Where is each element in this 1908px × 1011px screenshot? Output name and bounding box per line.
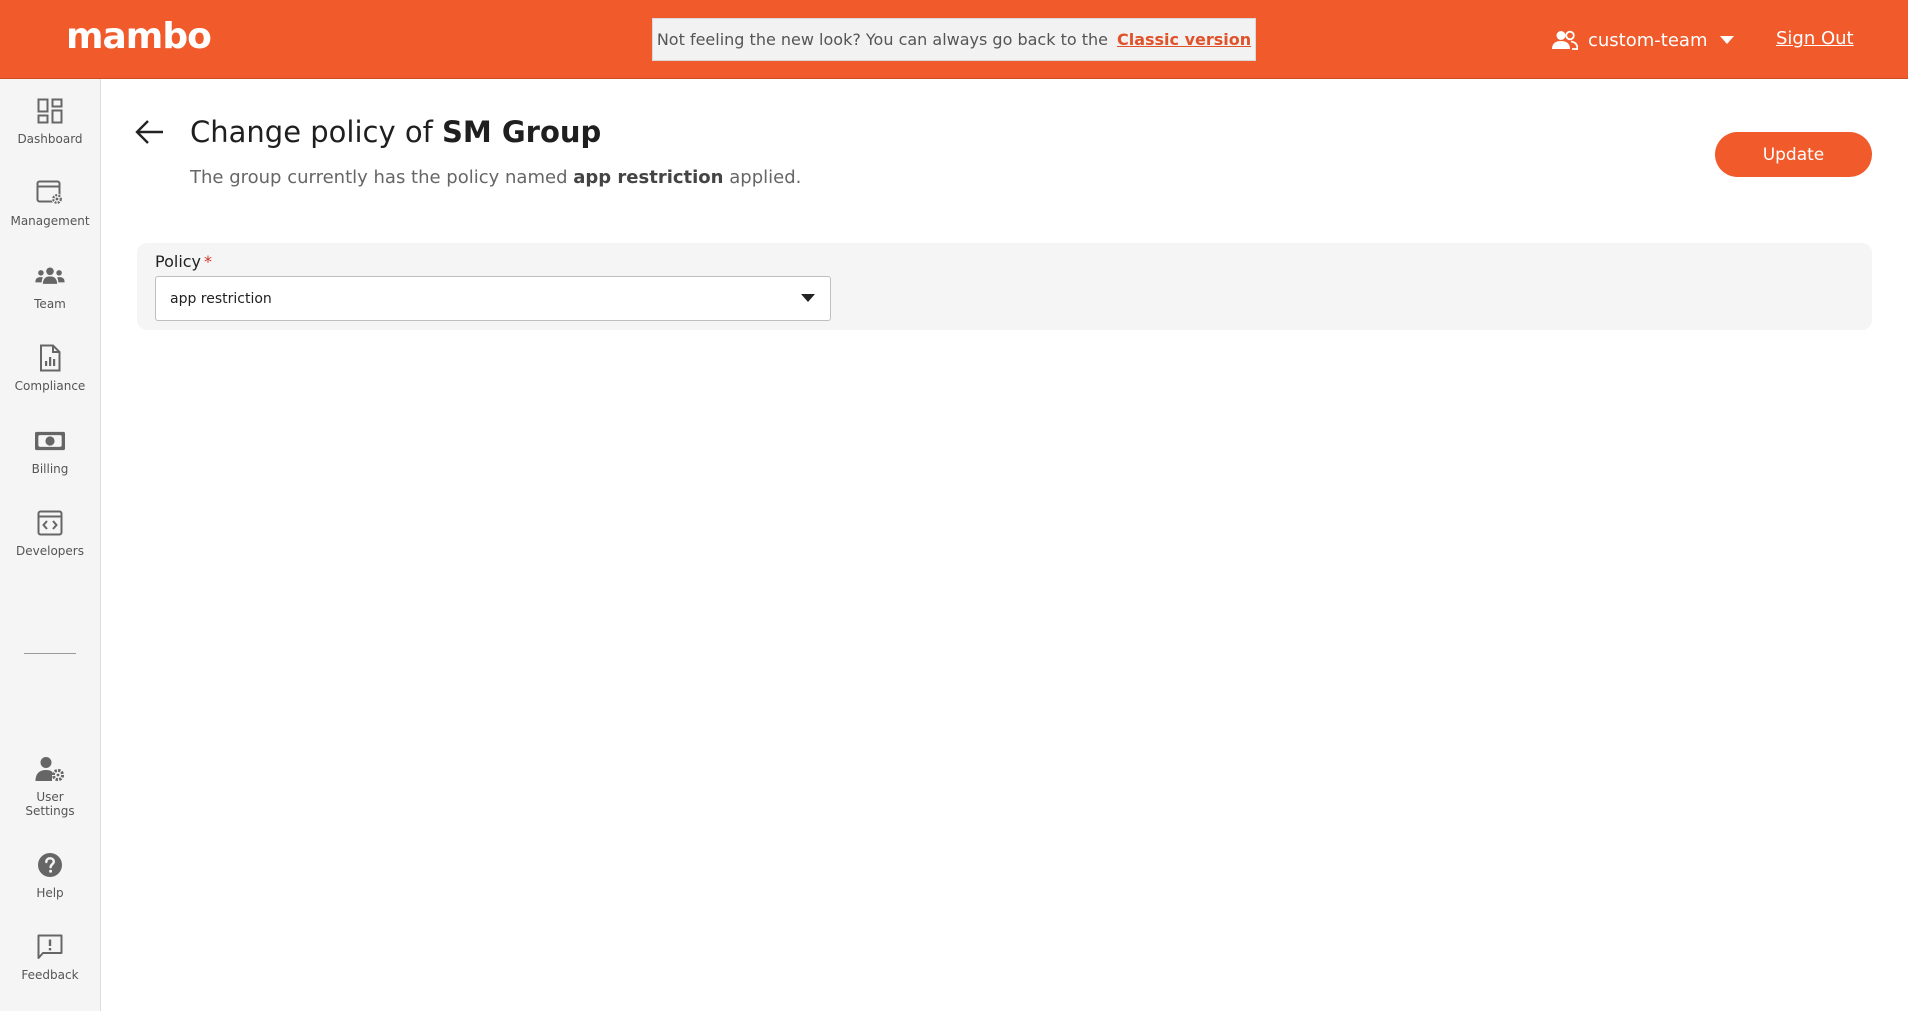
people-icon xyxy=(1552,30,1578,50)
sidebar-item-label: Team xyxy=(34,297,66,311)
mambo-logo[interactable]: mambo xyxy=(66,14,212,60)
sidebar-item-label: Help xyxy=(36,886,64,900)
back-arrow-icon[interactable] xyxy=(134,116,166,148)
sidebar-item-label: User Settings xyxy=(25,790,75,818)
page-title-prefix: Change policy of xyxy=(190,115,433,149)
sidebar-item-label: Billing xyxy=(31,462,69,476)
management-icon xyxy=(35,178,65,208)
user-settings-icon xyxy=(35,754,65,784)
sidebar-item-help[interactable]: Help xyxy=(0,850,100,900)
sidebar-item-developers[interactable]: Developers xyxy=(0,508,100,558)
sidebar-nav: Dashboard Management Team Compliance Bil… xyxy=(0,79,101,1011)
feedback-icon xyxy=(35,932,65,962)
policy-form-panel: Policy * app restriction xyxy=(137,243,1872,330)
developers-icon xyxy=(35,508,65,538)
banner-text: Not feeling the new look? You can always… xyxy=(656,30,1108,49)
dashboard-icon xyxy=(35,96,65,126)
subtitle-suffix: applied. xyxy=(729,167,802,188)
billing-icon xyxy=(35,426,65,456)
page-title: Change policy of SM Group xyxy=(190,111,601,153)
sidebar-divider xyxy=(24,653,76,654)
chevron-down-icon xyxy=(1720,36,1735,44)
sidebar-item-label: Management xyxy=(10,214,90,228)
sidebar-item-compliance[interactable]: Compliance xyxy=(0,343,100,393)
policy-label-text: Policy xyxy=(155,252,202,271)
help-icon xyxy=(35,850,65,880)
compliance-icon xyxy=(35,343,65,373)
sidebar-item-billing[interactable]: Billing xyxy=(0,426,100,476)
policy-select-value: app restriction xyxy=(170,291,272,307)
classic-version-banner: Not feeling the new look? You can always… xyxy=(652,18,1256,61)
sign-out-link[interactable]: Sign Out xyxy=(1776,27,1854,51)
page-subtitle: The group currently has the policy named… xyxy=(190,165,801,191)
classic-version-link[interactable]: Classic version xyxy=(1117,30,1251,49)
team-name: custom-team xyxy=(1588,29,1708,51)
top-header: mambo Not feeling the new look? You can … xyxy=(0,0,1908,79)
sidebar-item-label: Compliance xyxy=(14,379,86,393)
sidebar-item-dashboard[interactable]: Dashboard xyxy=(0,96,100,146)
sidebar-item-label: Dashboard xyxy=(17,132,83,146)
sidebar-item-team[interactable]: Team xyxy=(0,261,100,311)
sidebar-item-label: Feedback xyxy=(21,968,79,982)
sidebar-item-label: Developers xyxy=(16,544,84,558)
sidebar-item-user-settings[interactable]: User Settings xyxy=(0,754,100,818)
group-name: SM Group xyxy=(442,115,602,149)
required-asterisk: * xyxy=(204,252,213,271)
team-switcher[interactable]: custom-team xyxy=(1552,24,1735,56)
update-button[interactable]: Update xyxy=(1715,132,1872,177)
chevron-down-icon xyxy=(801,294,815,302)
team-icon xyxy=(35,261,65,291)
policy-select[interactable]: app restriction xyxy=(155,276,831,321)
policy-field-label: Policy * xyxy=(155,252,212,272)
sidebar-item-feedback[interactable]: Feedback xyxy=(0,932,100,982)
current-policy-name: app restriction xyxy=(573,167,724,188)
sidebar-item-management[interactable]: Management xyxy=(0,178,100,228)
subtitle-prefix: The group currently has the policy named xyxy=(190,167,568,188)
